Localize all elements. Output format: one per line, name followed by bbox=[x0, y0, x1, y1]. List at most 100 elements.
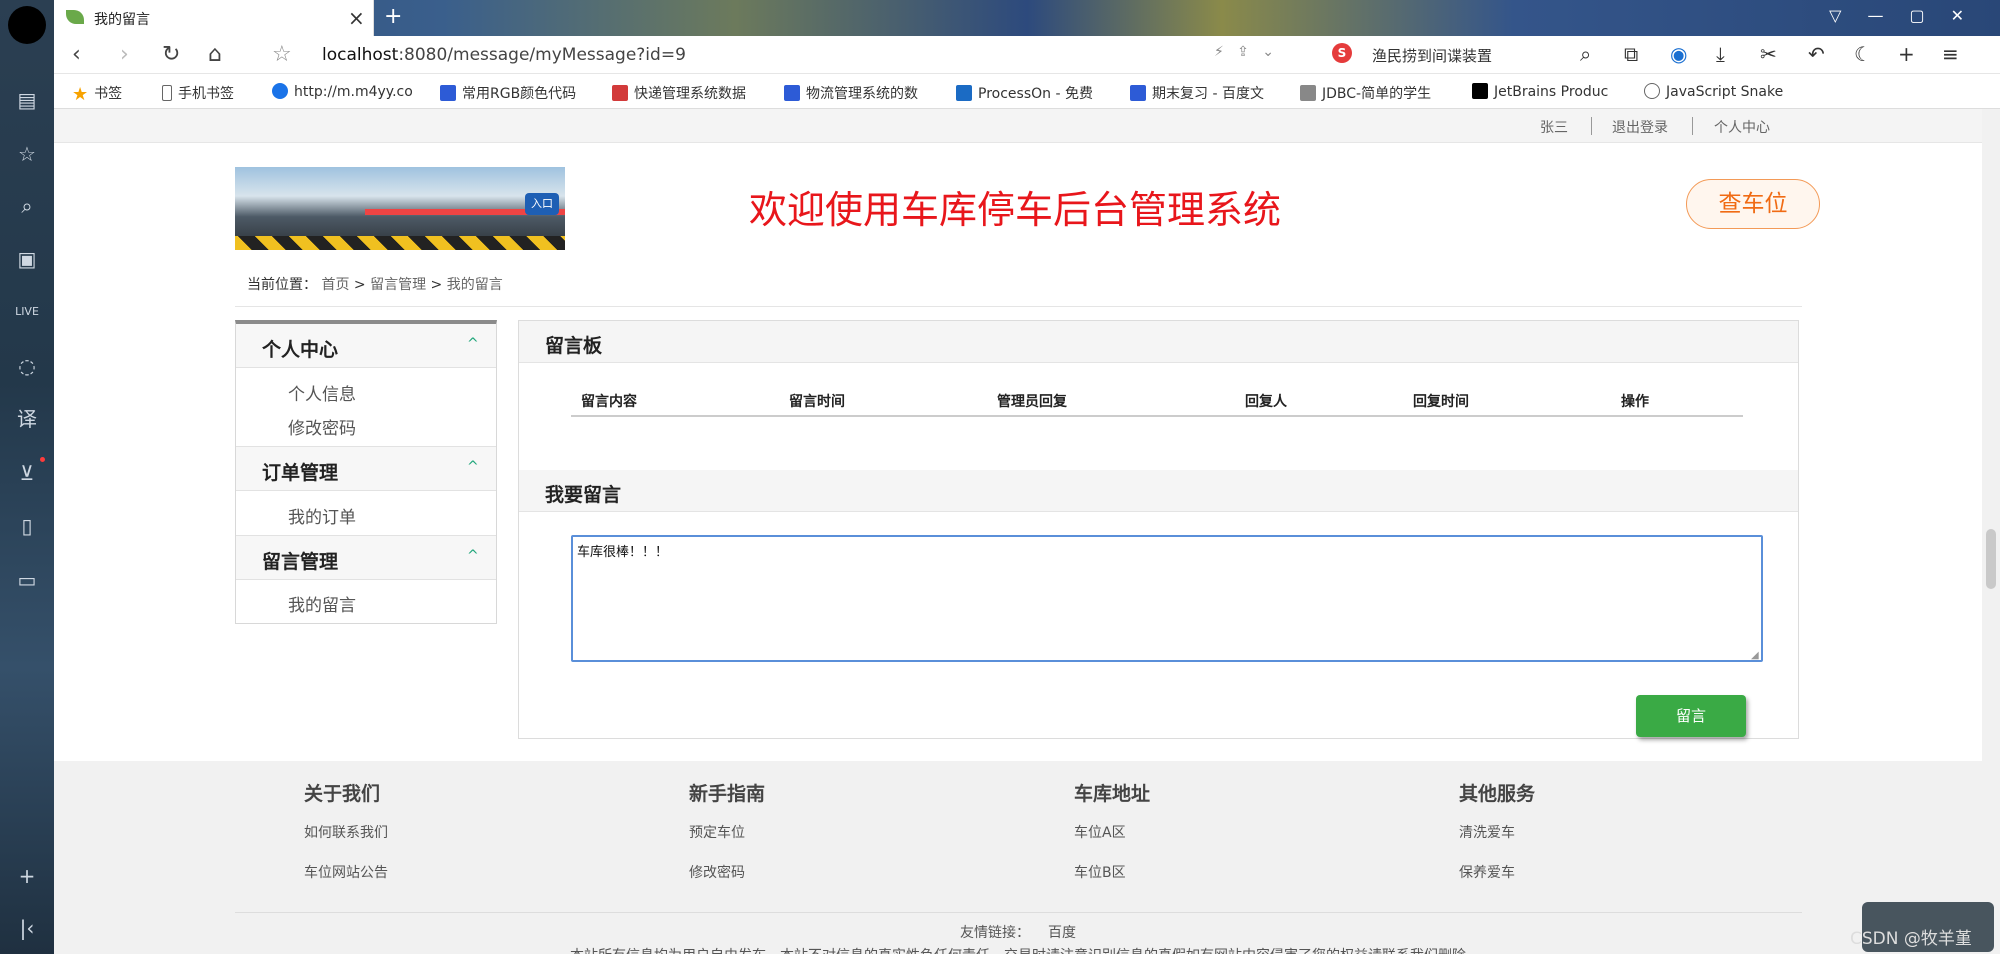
book-icon[interactable]: ▯ bbox=[13, 512, 41, 540]
briefcase-icon[interactable]: ▭ bbox=[13, 566, 41, 594]
favorites-star-icon[interactable]: ☆ bbox=[13, 140, 41, 168]
bookmark-item[interactable]: 期末复习 - 百度文 bbox=[1130, 83, 1264, 103]
top-links: 张三 退出登录 个人中心 bbox=[54, 109, 1982, 143]
column-header: 回复时间 bbox=[1413, 394, 1469, 410]
scrollbar-thumb[interactable] bbox=[1986, 529, 1996, 589]
menu-group-orders[interactable]: 订单管理 ^ bbox=[236, 447, 496, 491]
footer-link[interactable]: 修改密码 bbox=[689, 862, 765, 882]
menu-group-title: 订单管理 bbox=[262, 462, 339, 484]
tab-title: 我的留言 bbox=[94, 12, 150, 28]
undo-icon[interactable]: ↶ bbox=[1808, 42, 1825, 66]
friend-links-label: 友情链接： bbox=[960, 925, 1030, 941]
tab-active[interactable]: 我的留言 × bbox=[54, 0, 374, 36]
divider bbox=[235, 306, 1802, 307]
bookmarks-bar: ★ 书签 手机书签 http://m.m4yy.co 常用RGB颜色代码 快递管理… bbox=[54, 74, 2000, 109]
footer-link[interactable]: 如何联系我们 bbox=[304, 822, 388, 842]
breadcrumb-separator: > bbox=[353, 277, 366, 293]
chevron-up-icon[interactable]: ^ bbox=[467, 336, 479, 352]
user-avatar[interactable] bbox=[8, 6, 46, 44]
bookmark-item[interactable]: JDBC-简单的学生 bbox=[1300, 83, 1431, 103]
footer-column: 车库地址 车位A区 车位B区 bbox=[1074, 779, 1150, 902]
menu-icon[interactable]: ≡ bbox=[1942, 42, 1959, 66]
breadcrumb-parent[interactable]: 留言管理 bbox=[370, 277, 426, 293]
column-header: 操作 bbox=[1621, 394, 1649, 410]
menu-group-personal[interactable]: 个人中心 ^ bbox=[236, 324, 496, 368]
chat-icon[interactable]: ◌ bbox=[13, 352, 41, 380]
sidebar-item-my-orders[interactable]: 我的订单 bbox=[288, 503, 356, 528]
divider bbox=[1591, 117, 1592, 135]
footer-link[interactable]: 车位B区 bbox=[1074, 862, 1150, 882]
sidebar-item-my-messages[interactable]: 我的留言 bbox=[288, 591, 356, 616]
sidebar-item-profile[interactable]: 个人信息 bbox=[288, 380, 356, 405]
add-icon[interactable]: + bbox=[13, 862, 41, 890]
page-scrollbar[interactable] bbox=[1982, 109, 2000, 954]
browser-sidebar: ▤ ☆ ⌕ ▣ LIVE ◌ 译 ⊻ ▯ ▭ + |‹ bbox=[0, 0, 54, 954]
footer-link[interactable]: 车位A区 bbox=[1074, 822, 1150, 842]
column-header: 留言内容 bbox=[581, 394, 637, 410]
cart-icon[interactable]: ⊻ bbox=[13, 459, 41, 487]
username-link[interactable]: 张三 bbox=[1540, 117, 1568, 137]
breadcrumb-home[interactable]: 首页 bbox=[321, 277, 349, 293]
assistant-icon[interactable]: ◉ bbox=[1670, 42, 1687, 66]
menu-group-messages[interactable]: 留言管理 ^ bbox=[236, 536, 496, 580]
add-icon[interactable]: + bbox=[1898, 42, 1915, 66]
user-center-link[interactable]: 个人中心 bbox=[1714, 117, 1770, 137]
bookmark-item[interactable]: 手机书签 bbox=[162, 83, 234, 103]
search-icon[interactable]: ⌕ bbox=[13, 192, 41, 220]
footer-link[interactable]: 车位网站公告 bbox=[304, 862, 388, 882]
compose-title: 我要留言 bbox=[545, 484, 622, 506]
breadcrumb: 当前位置： 首页 > 留言管理 > 我的留言 bbox=[247, 274, 503, 294]
close-tab-icon[interactable]: × bbox=[348, 6, 365, 30]
bookmark-item[interactable]: ProcessOn - 免费 bbox=[956, 83, 1093, 103]
bookmark-item[interactable]: ★ 书签 bbox=[72, 83, 122, 105]
message-textarea[interactable]: 车库很棒！！！ bbox=[571, 535, 1763, 662]
footer-link[interactable]: 预定车位 bbox=[689, 822, 765, 842]
site-banner-image: 入口 bbox=[235, 167, 565, 250]
bookmark-star-icon[interactable]: ☆ bbox=[272, 42, 292, 67]
extension-icon[interactable]: ⧉ bbox=[1624, 42, 1638, 66]
footer-heading: 其他服务 bbox=[1459, 783, 1536, 805]
url-field[interactable]: localhost:8080/message/myMessage?id=9 bbox=[322, 45, 686, 65]
home-icon[interactable]: ⌂ bbox=[208, 42, 222, 67]
footer-link[interactable]: 保养爱车 bbox=[1459, 862, 1535, 882]
bookmark-item[interactable]: 快递管理系统数据 bbox=[612, 83, 746, 103]
menu-group-title: 留言管理 bbox=[262, 551, 339, 573]
new-tab-icon[interactable]: + bbox=[384, 4, 402, 29]
chevron-up-icon[interactable]: ^ bbox=[467, 459, 479, 475]
logout-link[interactable]: 退出登录 bbox=[1612, 117, 1668, 137]
submit-message-button[interactable]: 留言 bbox=[1636, 695, 1746, 737]
footer-column: 新手指南 预定车位 修改密码 bbox=[689, 779, 765, 902]
window-controls[interactable]: ▽—▢✕ bbox=[1829, 6, 1990, 25]
search-engine-icon[interactable]: S bbox=[1332, 43, 1352, 63]
chevron-up-icon[interactable]: ^ bbox=[467, 548, 479, 564]
live-icon[interactable]: LIVE bbox=[13, 298, 41, 326]
bookmark-item[interactable]: JetBrains Produc bbox=[1472, 83, 1608, 100]
watermark: CSDN @牧羊堇 bbox=[1850, 929, 1972, 949]
footer-column: 其他服务 清洗爱车 保养爱车 bbox=[1459, 779, 1535, 902]
page-actions-icons[interactable]: ⚡ ⇪ ⌄ bbox=[1214, 44, 1274, 60]
scissors-icon[interactable]: ✂ bbox=[1760, 42, 1777, 66]
forward-icon[interactable]: › bbox=[120, 42, 129, 67]
bookmark-item[interactable]: 常用RGB颜色代码 bbox=[440, 83, 576, 103]
night-mode-icon[interactable]: ☾ bbox=[1854, 42, 1872, 66]
friend-links: 友情链接： 百度 bbox=[54, 922, 1982, 942]
friend-link-baidu[interactable]: 百度 bbox=[1048, 925, 1076, 941]
bookmark-item[interactable]: 物流管理系统的数 bbox=[784, 83, 918, 103]
translate-icon[interactable]: 译 bbox=[13, 405, 41, 433]
footer-link[interactable]: 清洗爱车 bbox=[1459, 822, 1535, 842]
news-icon[interactable]: ▤ bbox=[13, 86, 41, 114]
sidebar-item-password[interactable]: 修改密码 bbox=[288, 414, 356, 439]
reload-icon[interactable]: ↻ bbox=[162, 42, 180, 67]
bookmark-item[interactable]: http://m.m4yy.co bbox=[272, 83, 413, 100]
bookmark-item[interactable]: JavaScript Snake bbox=[1644, 83, 1783, 100]
search-input[interactable]: 渔民捞到间谍装置 bbox=[1372, 45, 1492, 66]
search-go-icon[interactable]: ⌕ bbox=[1580, 42, 1591, 66]
message-table-header: 留言内容 留言时间 管理员回复 回复人 回复时间 操作 bbox=[571, 391, 1743, 417]
back-icon[interactable]: ‹ bbox=[72, 42, 81, 67]
find-parking-button[interactable]: 查车位 bbox=[1686, 179, 1820, 229]
video-icon[interactable]: ▣ bbox=[13, 245, 41, 273]
download-icon[interactable]: ⤓ bbox=[1716, 42, 1725, 66]
resize-handle-icon[interactable]: ◢ bbox=[1751, 650, 1759, 661]
board-header: 留言板 bbox=[519, 321, 1798, 363]
collapse-icon[interactable]: |‹ bbox=[13, 914, 41, 942]
